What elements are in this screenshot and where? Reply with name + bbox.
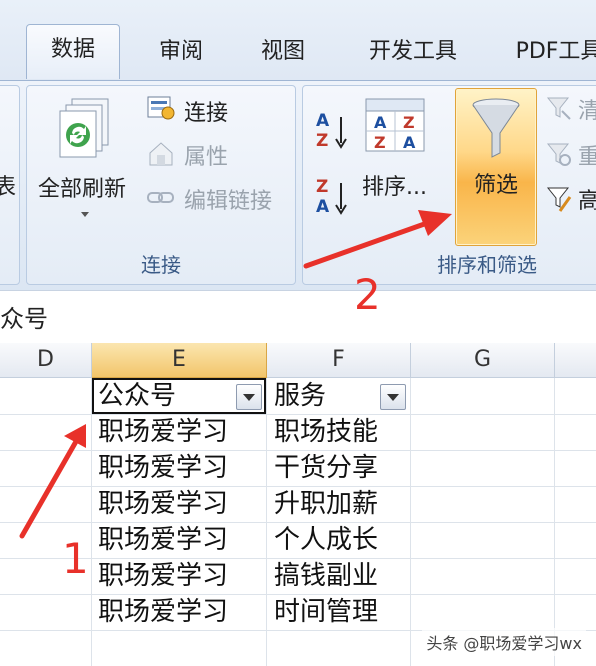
annotation-step-1: 1 xyxy=(62,534,89,583)
annotation-arrows xyxy=(19,210,452,539)
watermark: 头条 @职场爱学习wx xyxy=(422,628,586,656)
arrow-to-filter-button xyxy=(303,210,452,269)
annotation-step-2: 2 xyxy=(354,270,381,319)
arrow-to-header-cell xyxy=(19,424,86,539)
